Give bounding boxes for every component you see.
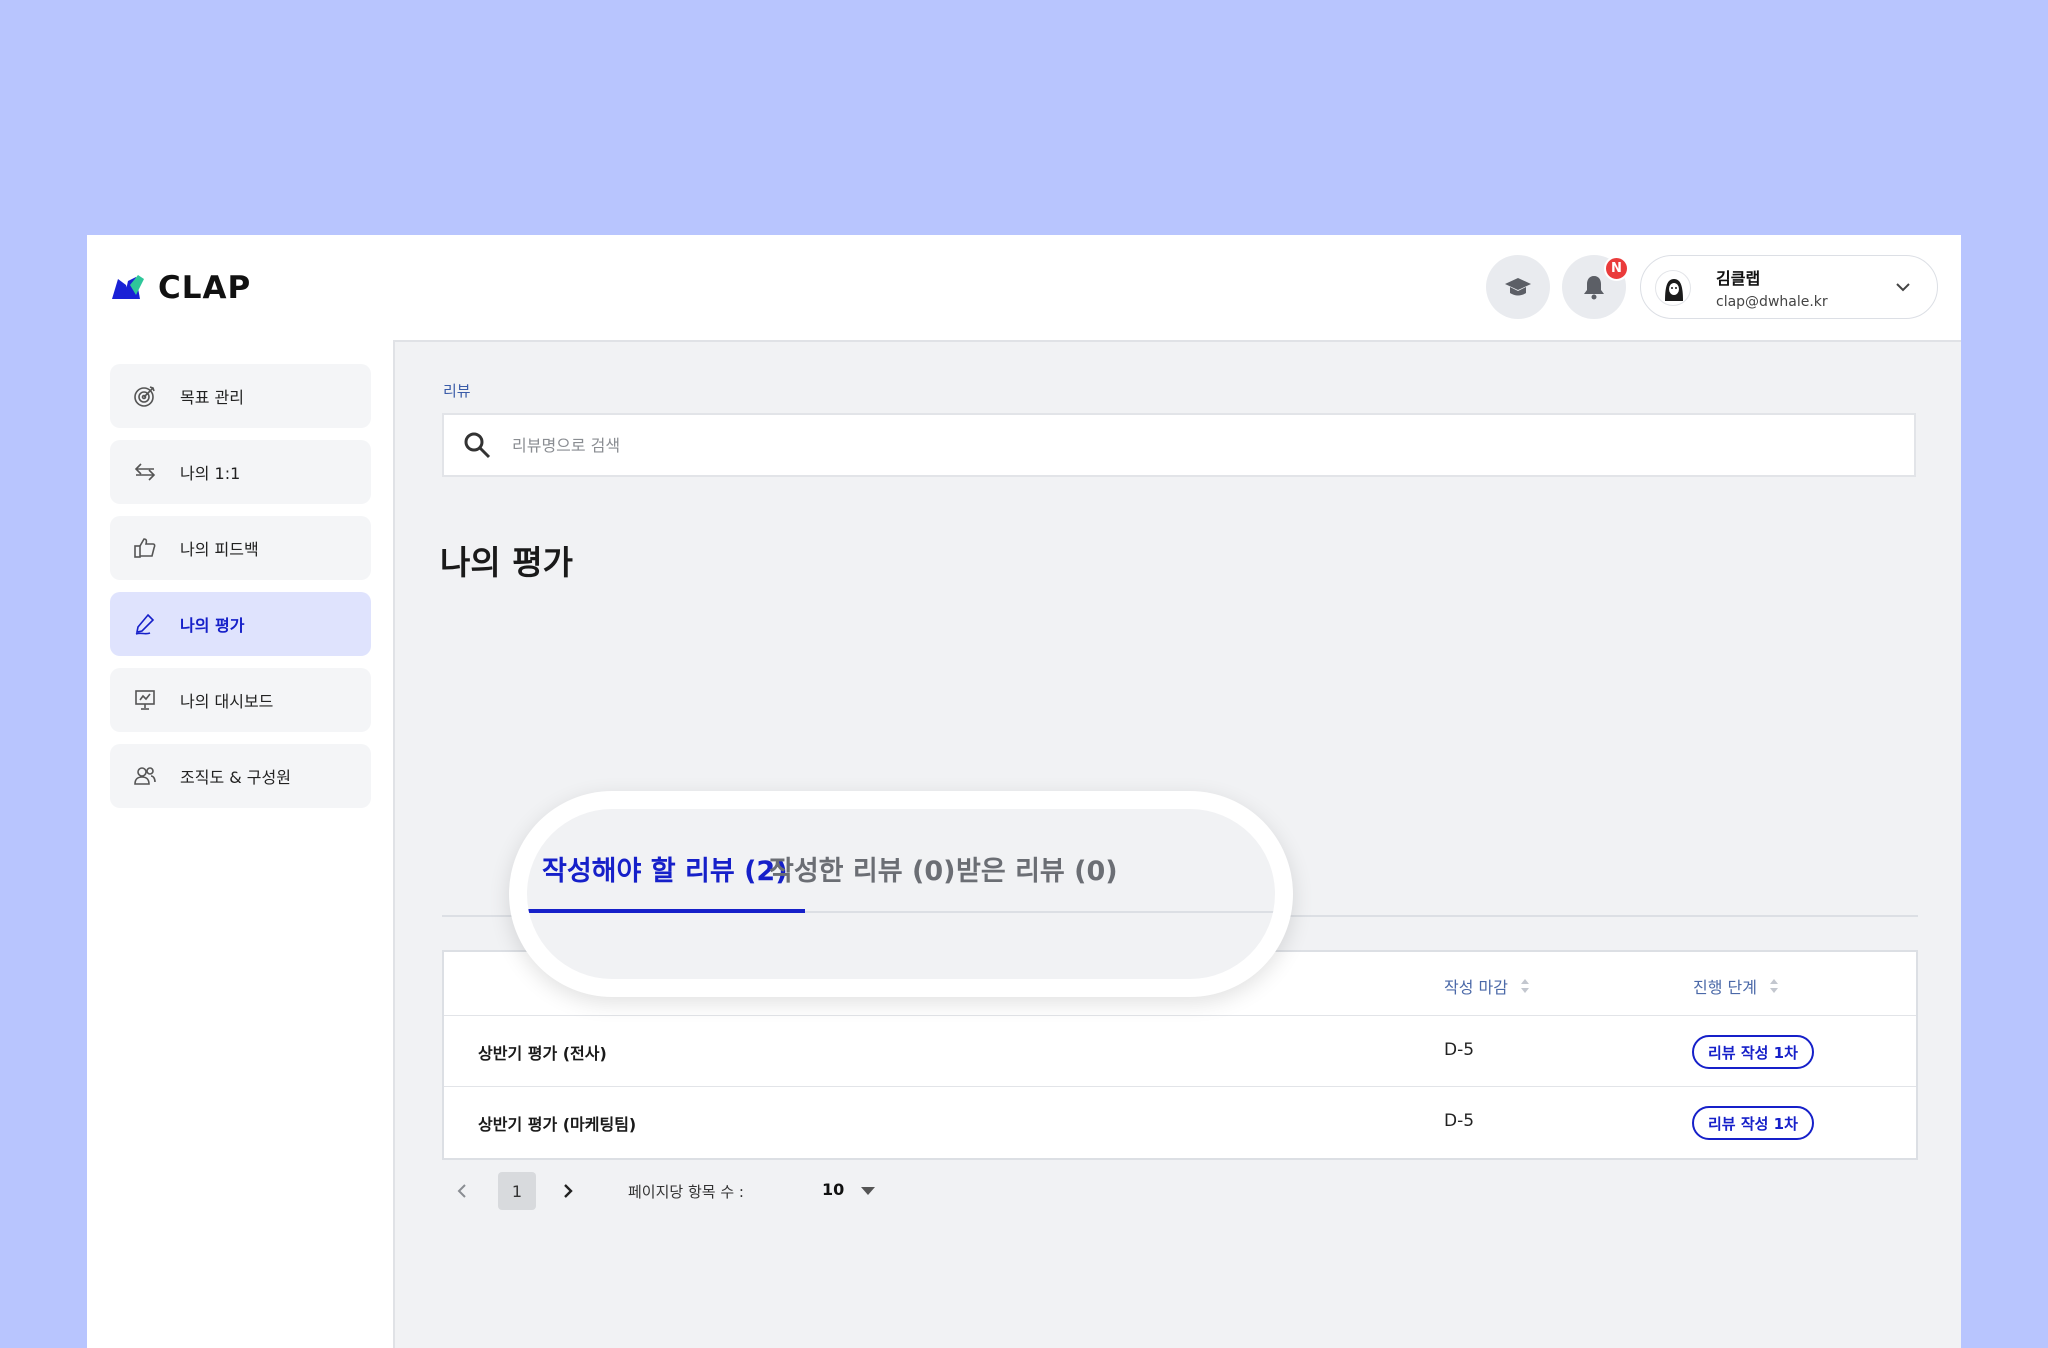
per-page-label: 페이지당 항목 수 :	[628, 1183, 744, 1201]
search-icon	[464, 432, 491, 459]
review-name[interactable]: 상반기 평가 (전사)	[478, 1040, 607, 1064]
search-bar	[442, 413, 1916, 477]
column-header-label: 작성 마감	[1444, 978, 1508, 997]
sort-icon	[1769, 979, 1778, 993]
stage-badge[interactable]: 리뷰 작성 1차	[1692, 1035, 1814, 1069]
sort-icon	[1520, 979, 1529, 993]
tab-written[interactable]: 작성한 리뷰 (0)	[769, 849, 955, 888]
chevron-right-icon[interactable]	[558, 1181, 578, 1201]
tab-received[interactable]: 받은 리뷰 (0)	[956, 849, 1118, 888]
presentation-chart-icon	[132, 687, 158, 713]
pen-sign-icon	[132, 611, 158, 637]
chevron-left-icon[interactable]	[452, 1181, 472, 1201]
clap-logo-icon	[112, 275, 144, 299]
table-row[interactable]: 상반기 평가 (전사) D-5 리뷰 작성 1차	[444, 1016, 1916, 1087]
graduation-cap-icon	[1505, 278, 1531, 296]
users-icon	[132, 763, 158, 789]
chevron-down-icon	[1896, 283, 1910, 292]
notification-badge: N	[1604, 256, 1629, 281]
review-name[interactable]: 상반기 평가 (마케팅팀)	[478, 1111, 636, 1135]
stage-badge[interactable]: 리뷰 작성 1차	[1692, 1106, 1814, 1140]
avatar	[1655, 270, 1691, 306]
search-input[interactable]	[512, 435, 1812, 455]
avatar-character-icon	[1665, 279, 1683, 301]
page-current[interactable]: 1	[498, 1172, 536, 1210]
sidebar-item-goals[interactable]: 목표 관리	[110, 364, 371, 428]
sidebar-item-dashboard[interactable]: 나의 대시보드	[110, 668, 371, 732]
brand-logo[interactable]: CLAP	[110, 270, 251, 306]
pagination: 1 페이지당 항목 수 : 10	[442, 1171, 1042, 1211]
user-email: clap@dwhale.kr	[1716, 294, 1828, 310]
sidebar-item-label: 나의 1:1	[180, 464, 241, 483]
bell-icon	[1584, 276, 1604, 300]
column-header-label: 진행 단계	[1693, 978, 1757, 997]
thumbs-up-icon	[132, 535, 158, 561]
user-profile-menu[interactable]: 김클랩 clap@dwhale.kr	[1640, 255, 1938, 319]
sidebar-item-evaluation[interactable]: 나의 평가	[110, 592, 371, 656]
column-header-due[interactable]: 작성 마감	[1444, 974, 1530, 998]
per-page-select[interactable]: 10	[822, 1180, 844, 1199]
sidebar-item-label: 목표 관리	[180, 388, 244, 407]
tab-to-write[interactable]: 작성해야 할 리뷰 (2)	[542, 849, 788, 888]
tabs-magnifier: 작성해야 할 리뷰 (2) 작성한 리뷰 (0) 받은 리뷰 (0)	[509, 791, 1293, 997]
table-row[interactable]: 상반기 평가 (마케팅팀) D-5 리뷰 작성 1차	[444, 1087, 1916, 1158]
app-window: CLAP N 김클랩 clap@dwhale.kr 목표 관리 나의 1:1 나…	[87, 235, 1961, 1348]
active-tab-indicator	[527, 909, 805, 913]
sidebar-item-org-chart[interactable]: 조직도 & 구성원	[110, 744, 371, 808]
sidebar-item-label: 나의 피드백	[180, 540, 259, 559]
brand-name: CLAP	[158, 270, 252, 306]
sidebar-item-one-on-one[interactable]: 나의 1:1	[110, 440, 371, 504]
review-tabs: 작성해야 할 리뷰 (2) 작성한 리뷰 (0) 받은 리뷰 (0)	[527, 809, 1275, 979]
page-title: 나의 평가	[440, 543, 573, 582]
sidebar-item-feedback[interactable]: 나의 피드백	[110, 516, 371, 580]
caret-down-icon[interactable]	[860, 1186, 876, 1196]
user-name: 김클랩	[1716, 269, 1761, 288]
breadcrumb[interactable]: 리뷰	[443, 380, 471, 401]
review-due: D-5	[1444, 1040, 1475, 1060]
sidebar-item-label: 나의 평가	[180, 616, 245, 635]
column-header-stage[interactable]: 진행 단계	[1693, 974, 1779, 998]
sidebar-item-label: 조직도 & 구성원	[180, 768, 291, 787]
sidebar-item-label: 나의 대시보드	[180, 692, 274, 711]
review-due: D-5	[1444, 1111, 1475, 1131]
exchange-arrows-icon	[132, 459, 158, 485]
learning-button[interactable]	[1486, 255, 1550, 319]
target-icon	[132, 383, 158, 409]
